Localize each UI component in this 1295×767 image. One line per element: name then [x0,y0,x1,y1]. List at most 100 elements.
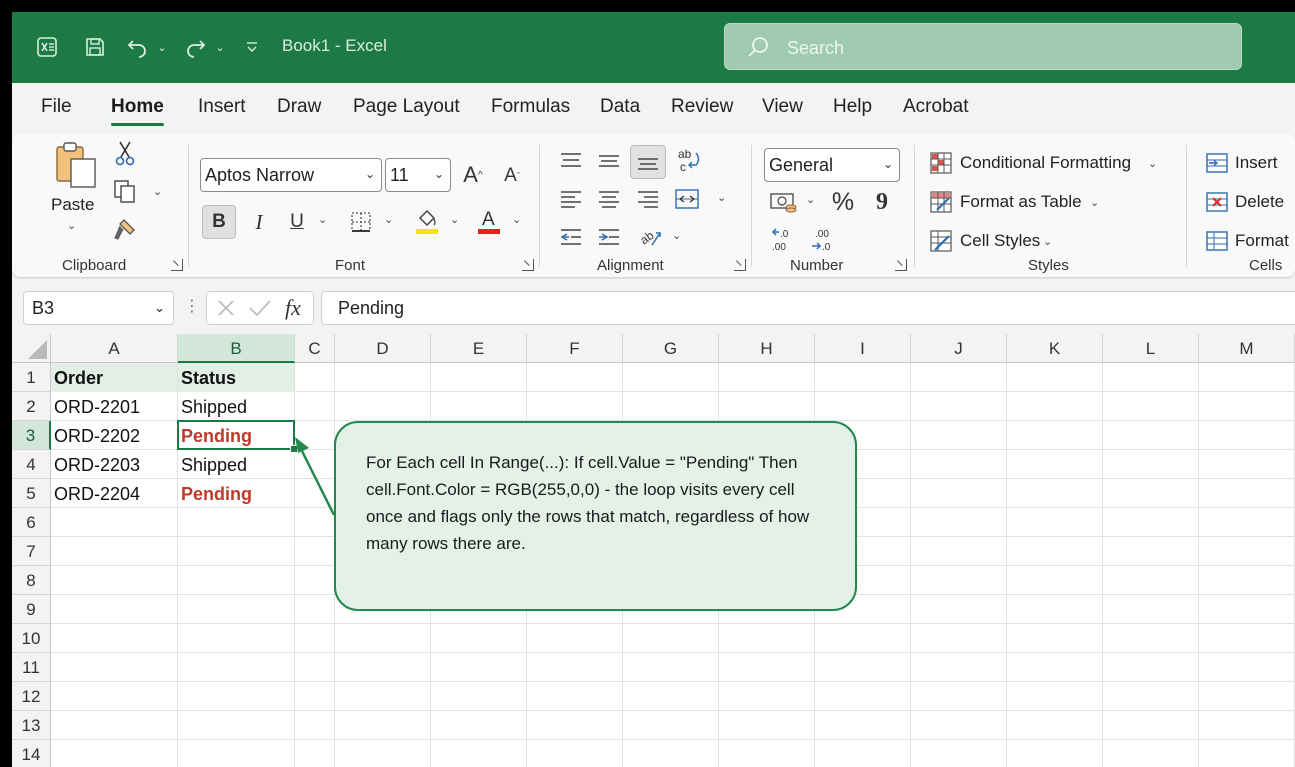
font-color-icon[interactable]: A [474,205,504,237]
tab-review[interactable]: Review [671,96,733,118]
comma-style-button[interactable]: 9 [872,187,892,217]
cut-icon[interactable] [112,139,138,167]
decrease-font-size-icon[interactable]: Aˇ [498,162,526,190]
format-cells-button[interactable]: Format [1235,231,1289,251]
merge-dropdown-icon[interactable]: ⌄ [717,191,726,204]
tab-acrobat[interactable]: Acrobat [903,96,968,118]
undo-dropdown-icon[interactable]: ⌄ [155,32,169,62]
conditional-formatting-icon[interactable] [928,150,954,176]
cell-a5[interactable]: ORD-2204 [51,479,177,508]
column-header-e[interactable]: E [431,334,527,363]
paste-dropdown-icon[interactable]: ⌄ [67,219,76,232]
cell-a1[interactable]: Order [51,363,177,392]
cell-a3[interactable]: ORD-2202 [51,421,177,450]
column-header-k[interactable]: K [1007,334,1103,363]
font-name-select[interactable]: Aptos Narrow ⌄ [200,158,382,192]
cell-b4[interactable]: Shipped [178,450,294,479]
redo-dropdown-icon[interactable]: ⌄ [213,32,227,62]
column-header-i[interactable]: I [815,334,911,363]
column-header-a[interactable]: A [51,334,178,363]
font-launcher-icon[interactable] [522,259,534,271]
column-header-l[interactable]: L [1103,334,1199,363]
enter-icon[interactable] [247,296,273,325]
accounting-dropdown-icon[interactable]: ⌄ [806,193,815,206]
row-header-1[interactable]: 1 [12,363,51,392]
cancel-icon[interactable] [215,296,237,325]
paste-icon[interactable] [50,141,102,191]
row-header-11[interactable]: 11 [12,653,51,682]
orientation-dropdown-icon[interactable]: ⌄ [672,229,681,242]
column-header-m[interactable]: M [1199,334,1295,363]
column-header-g[interactable]: G [623,334,719,363]
column-header-h[interactable]: H [719,334,815,363]
more-options-icon[interactable]: ⋮ [184,296,200,316]
align-left-icon[interactable] [557,185,585,213]
row-header-3[interactable]: 3 [12,421,51,450]
row-header-4[interactable]: 4 [12,450,51,479]
font-color-dropdown-icon[interactable]: ⌄ [512,213,521,226]
cell-styles-button[interactable]: Cell Styles [960,231,1040,251]
bottom-align-icon[interactable] [630,145,666,179]
cell-b2[interactable]: Shipped [178,392,294,421]
font-size-select[interactable]: 11 ⌄ [385,158,451,192]
underline-dropdown-icon[interactable]: ⌄ [318,213,327,226]
borders-icon[interactable] [346,207,376,237]
column-header-f[interactable]: F [527,334,623,363]
row-header-6[interactable]: 6 [12,508,51,537]
paste-label[interactable]: Paste [51,195,94,215]
bold-button[interactable]: B [202,205,236,239]
tab-view[interactable]: View [762,96,803,118]
row-header-13[interactable]: 13 [12,711,51,740]
conditional-formatting-dropdown-icon[interactable]: ⌄ [1148,157,1157,170]
cell-a4[interactable]: ORD-2203 [51,450,177,479]
column-header-d[interactable]: D [335,334,431,363]
row-header-8[interactable]: 8 [12,566,51,595]
search-box[interactable]: Search [724,23,1242,70]
row-header-5[interactable]: 5 [12,479,51,508]
top-align-icon[interactable] [557,147,585,175]
underline-button[interactable]: U [283,207,311,237]
increase-indent-icon[interactable] [595,223,623,251]
increase-decimal-icon[interactable]: .0.00 [768,225,798,255]
cell-styles-icon[interactable] [928,228,954,254]
orientation-icon[interactable]: ab [636,221,666,251]
save-icon[interactable] [82,32,108,62]
column-header-b[interactable]: B [178,334,295,363]
number-launcher-icon[interactable] [895,259,907,271]
clipboard-launcher-icon[interactable] [171,259,183,271]
column-header-c[interactable]: C [295,334,335,363]
tab-insert[interactable]: Insert [198,96,246,118]
format-as-table-icon[interactable] [928,189,954,215]
formula-input[interactable]: Pending [321,291,1295,325]
format-as-table-dropdown-icon[interactable]: ⌄ [1090,196,1099,209]
row-header-7[interactable]: 7 [12,537,51,566]
delete-cells-icon[interactable] [1204,189,1230,215]
italic-button[interactable]: I [245,207,273,237]
undo-icon[interactable] [124,32,150,62]
number-format-select[interactable]: General ⌄ [764,148,900,182]
accounting-format-icon[interactable] [768,188,800,218]
tab-formulas[interactable]: Formulas [491,96,570,118]
column-header-j[interactable]: J [911,334,1007,363]
select-all-button[interactable] [12,334,51,363]
delete-cells-button[interactable]: Delete [1235,192,1284,212]
row-header-12[interactable]: 12 [12,682,51,711]
cell-a2[interactable]: ORD-2201 [51,392,177,421]
cell-b1[interactable]: Status [178,363,294,392]
wrap-text-icon[interactable]: ab c [674,145,704,177]
cell-styles-dropdown-icon[interactable]: ⌄ [1043,235,1052,248]
fill-color-icon[interactable] [412,205,442,237]
format-painter-icon[interactable] [110,215,140,243]
insert-cells-icon[interactable] [1204,150,1230,176]
format-as-table-button[interactable]: Format as Table [960,192,1082,212]
copy-icon[interactable] [110,177,140,205]
tab-help[interactable]: Help [833,96,872,118]
tab-file[interactable]: File [41,96,72,118]
row-header-9[interactable]: 9 [12,595,51,624]
row-header-10[interactable]: 10 [12,624,51,653]
copy-dropdown-icon[interactable]: ⌄ [153,185,162,198]
customize-toolbar-icon[interactable] [244,32,260,62]
middle-align-icon[interactable] [595,147,623,175]
row-header-14[interactable]: 14 [12,740,51,767]
percent-style-button[interactable]: % [830,187,856,217]
